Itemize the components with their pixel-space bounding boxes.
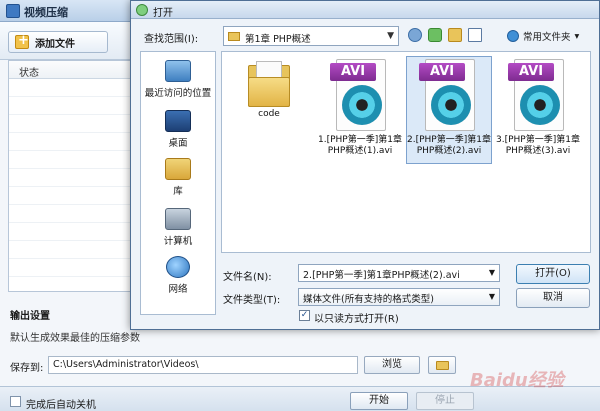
file-browser: code AVI 1.[PHP第一季]第1章PHP概述(1).avi AVI 2… xyxy=(221,51,591,253)
chevron-down-icon: ▼ xyxy=(488,292,495,301)
list-row xyxy=(9,133,133,151)
dialog-nav-toolbar xyxy=(408,28,482,42)
file-type-label: 文件类型(T): xyxy=(223,295,281,306)
place-computer[interactable]: 计算机 xyxy=(141,208,215,247)
place-label: 桌面 xyxy=(168,138,188,149)
add-file-button[interactable]: 添加文件 xyxy=(8,31,108,53)
place-label: 计算机 xyxy=(163,236,193,247)
file-name: 3.[PHP第一季]第1章PHP概述(3).avi xyxy=(496,135,580,156)
file-item-avi-2[interactable]: AVI 2.[PHP第一季]第1章PHP概述(2).avi xyxy=(406,56,492,164)
folder-icon xyxy=(248,61,290,107)
app-title: 视频压缩 xyxy=(24,6,68,19)
look-in-dropdown[interactable]: 第1章 PHP概述 ▼ xyxy=(223,26,399,46)
output-settings-desc: 默认生成效果最佳的压缩参数 xyxy=(10,333,140,344)
chevron-down-icon: ▼ xyxy=(387,31,394,41)
list-row xyxy=(9,79,133,97)
list-row xyxy=(9,205,133,223)
add-file-icon xyxy=(15,33,29,49)
places-bar: 最近访问的位置 桌面 库 计算机 网络 xyxy=(140,51,216,315)
avi-file-icon: AVI xyxy=(419,59,479,133)
start-button[interactable]: 开始 xyxy=(350,392,408,410)
save-to-label: 保存到: xyxy=(10,363,44,374)
favorites-button[interactable]: 常用文件夹 ▾ xyxy=(507,27,579,45)
desktop-icon xyxy=(165,110,191,132)
folder-icon xyxy=(228,32,240,41)
list-row xyxy=(9,187,133,205)
avi-file-icon: AVI xyxy=(330,59,390,133)
auto-shutdown-checkbox[interactable] xyxy=(10,396,21,407)
place-desktop[interactable]: 桌面 xyxy=(141,110,215,149)
file-name-label: 文件名(N): xyxy=(223,272,272,283)
chevron-down-icon: ▾ xyxy=(574,30,580,42)
list-header-status: 状态 xyxy=(9,61,133,79)
file-list[interactable]: 状态 xyxy=(8,60,134,292)
globe-icon xyxy=(507,30,519,42)
file-name: code xyxy=(258,109,280,119)
browse-button[interactable]: 浏览 xyxy=(364,356,420,374)
open-button[interactable]: 打开(O) xyxy=(516,264,590,284)
dialog-icon xyxy=(136,4,148,16)
file-name-value: 2.[PHP第一季]第1章PHP概述(2).avi xyxy=(303,270,460,281)
place-recent[interactable]: 最近访问的位置 xyxy=(141,60,215,99)
back-icon[interactable] xyxy=(408,28,422,42)
favorites-label: 常用文件夹 xyxy=(523,32,571,43)
file-name-input[interactable]: 2.[PHP第一季]第1章PHP概述(2).avi ▼ xyxy=(298,264,500,282)
list-row xyxy=(9,241,133,259)
view-menu-icon[interactable] xyxy=(468,28,482,42)
app-icon xyxy=(6,4,20,18)
computer-icon xyxy=(165,208,191,230)
baidu-watermark: Baidu经验 xyxy=(470,370,564,391)
list-row xyxy=(9,97,133,115)
dialog-title-bar: 打开 xyxy=(131,1,599,19)
output-settings-title: 输出设置 xyxy=(10,311,50,322)
add-file-label: 添加文件 xyxy=(35,38,75,50)
list-row xyxy=(9,259,133,277)
list-row xyxy=(9,151,133,169)
up-folder-icon[interactable] xyxy=(428,28,442,42)
readonly-checkbox[interactable]: ✓ xyxy=(299,310,310,321)
place-label: 网络 xyxy=(168,284,188,295)
place-label: 最近访问的位置 xyxy=(144,88,212,99)
dialog-title: 打开 xyxy=(153,8,173,19)
auto-shutdown-label: 完成后自动关机 xyxy=(26,400,96,411)
open-dialog: 打开 查找范围(I): 第1章 PHP概述 ▼ 常用文件夹 ▾ 最近访问的位置 … xyxy=(130,0,600,330)
list-row xyxy=(9,169,133,187)
list-row xyxy=(9,115,133,133)
file-name: 1.[PHP第一季]第1章PHP概述(1).avi xyxy=(318,135,402,156)
file-item-avi-1[interactable]: AVI 1.[PHP第一季]第1章PHP概述(1).avi xyxy=(317,56,403,164)
look-in-value: 第1章 PHP概述 xyxy=(245,34,311,45)
new-folder-icon[interactable] xyxy=(448,28,462,42)
file-name: 2.[PHP第一季]第1章PHP概述(2).avi xyxy=(407,135,491,156)
network-icon xyxy=(166,256,190,278)
save-path-input[interactable]: C:\Users\Administrator\Videos\ xyxy=(48,356,358,374)
library-icon xyxy=(165,158,191,180)
recent-places-icon xyxy=(165,60,191,82)
avi-file-icon: AVI xyxy=(508,59,568,133)
look-in-label: 查找范围(I): xyxy=(144,34,199,45)
folder-icon xyxy=(436,361,449,370)
file-type-value: 媒体文件(所有支持的格式类型) xyxy=(303,294,434,305)
cancel-button[interactable]: 取消 xyxy=(516,288,590,308)
list-row xyxy=(9,223,133,241)
place-label: 库 xyxy=(173,186,183,197)
place-library[interactable]: 库 xyxy=(141,158,215,197)
file-type-select[interactable]: 媒体文件(所有支持的格式类型) ▼ xyxy=(298,288,500,306)
chevron-down-icon[interactable]: ▼ xyxy=(489,268,495,277)
stop-button[interactable]: 停止 xyxy=(416,392,474,410)
open-folder-button[interactable] xyxy=(428,356,456,374)
file-item-avi-3[interactable]: AVI 3.[PHP第一季]第1章PHP概述(3).avi xyxy=(495,56,581,164)
readonly-label: 以只读方式打开(R) xyxy=(314,314,399,325)
place-network[interactable]: 网络 xyxy=(141,256,215,295)
file-item-folder-code[interactable]: code xyxy=(226,56,312,164)
